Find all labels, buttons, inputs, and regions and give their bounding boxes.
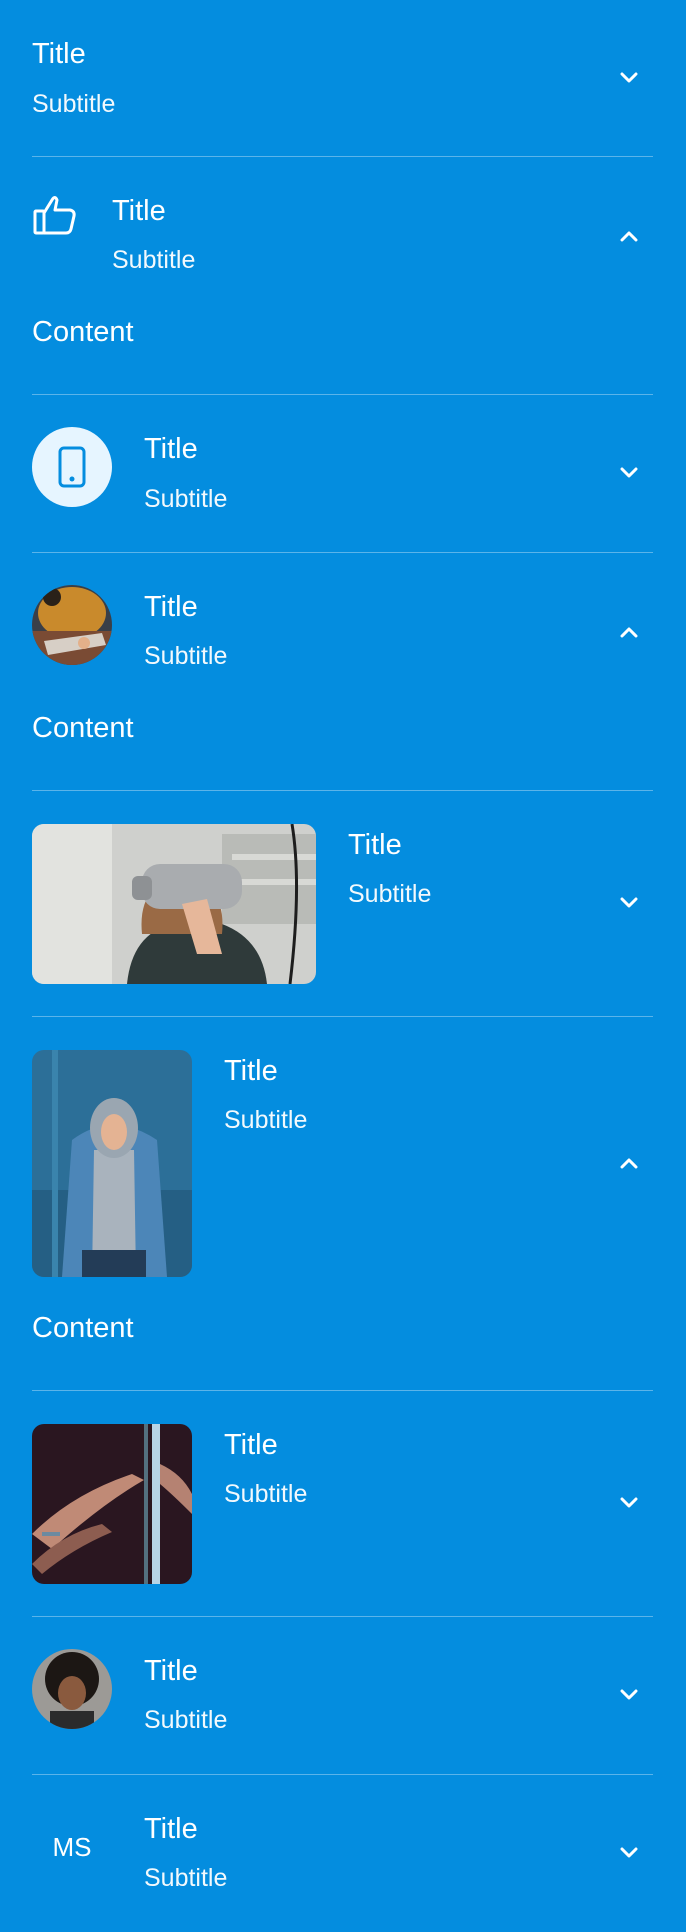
phone-icon: [32, 427, 112, 507]
item-title: Title: [32, 38, 86, 70]
list-item[interactable]: Title Subtitle Content: [0, 157, 686, 394]
item-title: Title: [224, 1429, 278, 1461]
item-title: Title: [144, 1655, 198, 1687]
list-item[interactable]: MS Title Subtitle: [0, 1775, 686, 1932]
list-item[interactable]: Title Subtitle: [0, 791, 686, 1016]
item-subtitle: Subtitle: [224, 1480, 308, 1508]
thumb-up-icon: [32, 192, 78, 238]
chevron-up-icon[interactable]: [614, 221, 644, 251]
item-title: Title: [224, 1055, 278, 1087]
chevron-up-icon[interactable]: [614, 617, 644, 647]
chevron-down-icon[interactable]: [614, 458, 644, 488]
item-subtitle: Subtitle: [144, 485, 228, 513]
item-content: Content: [32, 1312, 134, 1344]
item-subtitle: Subtitle: [224, 1106, 308, 1134]
item-subtitle: Subtitle: [144, 1706, 228, 1734]
list-item[interactable]: Title Subtitle: [0, 1617, 686, 1774]
list-item[interactable]: Title Subtitle: [0, 395, 686, 552]
item-subtitle: Subtitle: [32, 90, 116, 118]
square-image: [32, 1424, 192, 1584]
wide-image: [32, 824, 316, 984]
list-item[interactable]: Title Subtitle: [0, 0, 686, 156]
chevron-down-icon[interactable]: [614, 63, 644, 93]
item-title: Title: [112, 195, 166, 227]
chevron-down-icon[interactable]: [614, 1680, 644, 1710]
item-title: Title: [348, 829, 402, 861]
chevron-up-icon[interactable]: [614, 1148, 644, 1178]
item-content: Content: [32, 712, 134, 744]
list-item[interactable]: Title Subtitle Content: [0, 553, 686, 790]
avatar-image: [32, 1649, 112, 1729]
tall-image: [32, 1050, 192, 1277]
initials-avatar: MS: [52, 1832, 92, 1862]
item-subtitle: Subtitle: [144, 642, 228, 670]
chevron-down-icon[interactable]: [614, 1838, 644, 1868]
expandable-list: Title Subtitle Title Subtitle Content Ti…: [0, 0, 686, 1932]
item-subtitle: Subtitle: [348, 880, 432, 908]
item-title: Title: [144, 1813, 198, 1845]
chevron-down-icon[interactable]: [614, 888, 644, 918]
item-subtitle: Subtitle: [144, 1864, 228, 1892]
list-item[interactable]: Title Subtitle Content: [0, 1017, 686, 1390]
item-title: Title: [144, 433, 198, 465]
list-item[interactable]: Title Subtitle: [0, 1391, 686, 1616]
item-content: Content: [32, 316, 134, 348]
item-subtitle: Subtitle: [112, 246, 196, 274]
avatar-image: [32, 585, 112, 665]
chevron-down-icon[interactable]: [614, 1488, 644, 1518]
item-title: Title: [144, 591, 198, 623]
